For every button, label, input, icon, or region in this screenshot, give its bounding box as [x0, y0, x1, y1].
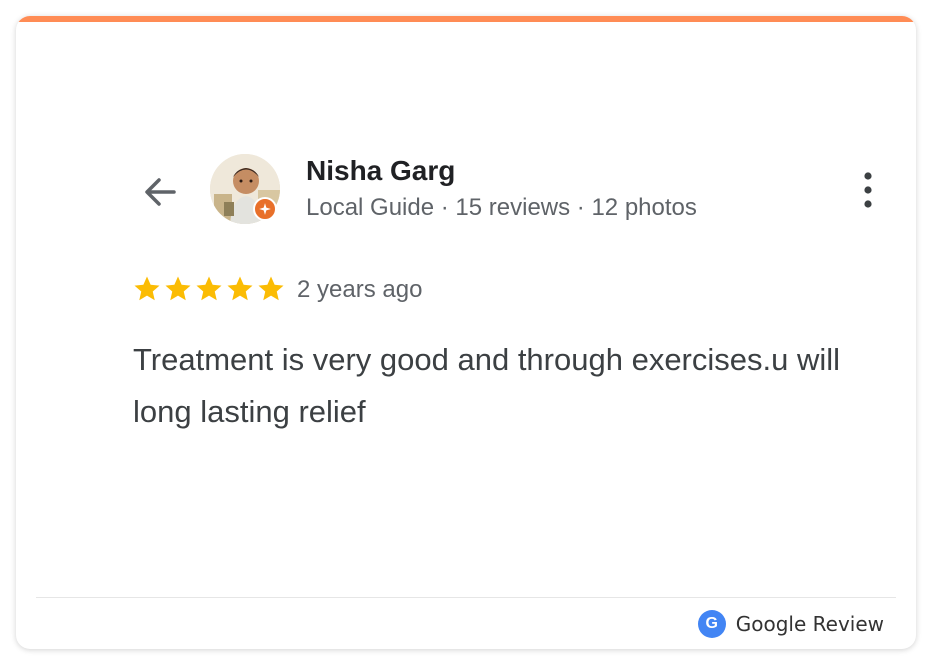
local-guide-badge-icon: [253, 197, 277, 221]
star-rating: [132, 274, 287, 304]
star-icon: [134, 276, 160, 301]
review-card: Nisha Garg Local Guide · 15 reviews · 12…: [16, 16, 916, 649]
arrow-left-icon[interactable]: [140, 172, 180, 212]
reviewer-name[interactable]: Nisha Garg: [306, 155, 455, 187]
star-icon: [165, 276, 191, 301]
top-accent-bar: [16, 16, 916, 22]
star-icon: [227, 276, 253, 301]
google-review-badge[interactable]: G Google Review: [697, 609, 884, 639]
star-icon: [258, 276, 284, 301]
footer-divider: [36, 597, 896, 598]
more-vertical-icon[interactable]: [856, 170, 880, 210]
review-date: 2 years ago: [297, 276, 423, 303]
google-review-label: Google Review: [735, 612, 884, 636]
google-g-icon: G: [697, 610, 726, 638]
reviewer-meta: Local Guide · 15 reviews · 12 photos: [306, 194, 697, 221]
star-icon: [196, 276, 222, 301]
review-text: Treatment is very good and through exerc…: [133, 342, 841, 429]
